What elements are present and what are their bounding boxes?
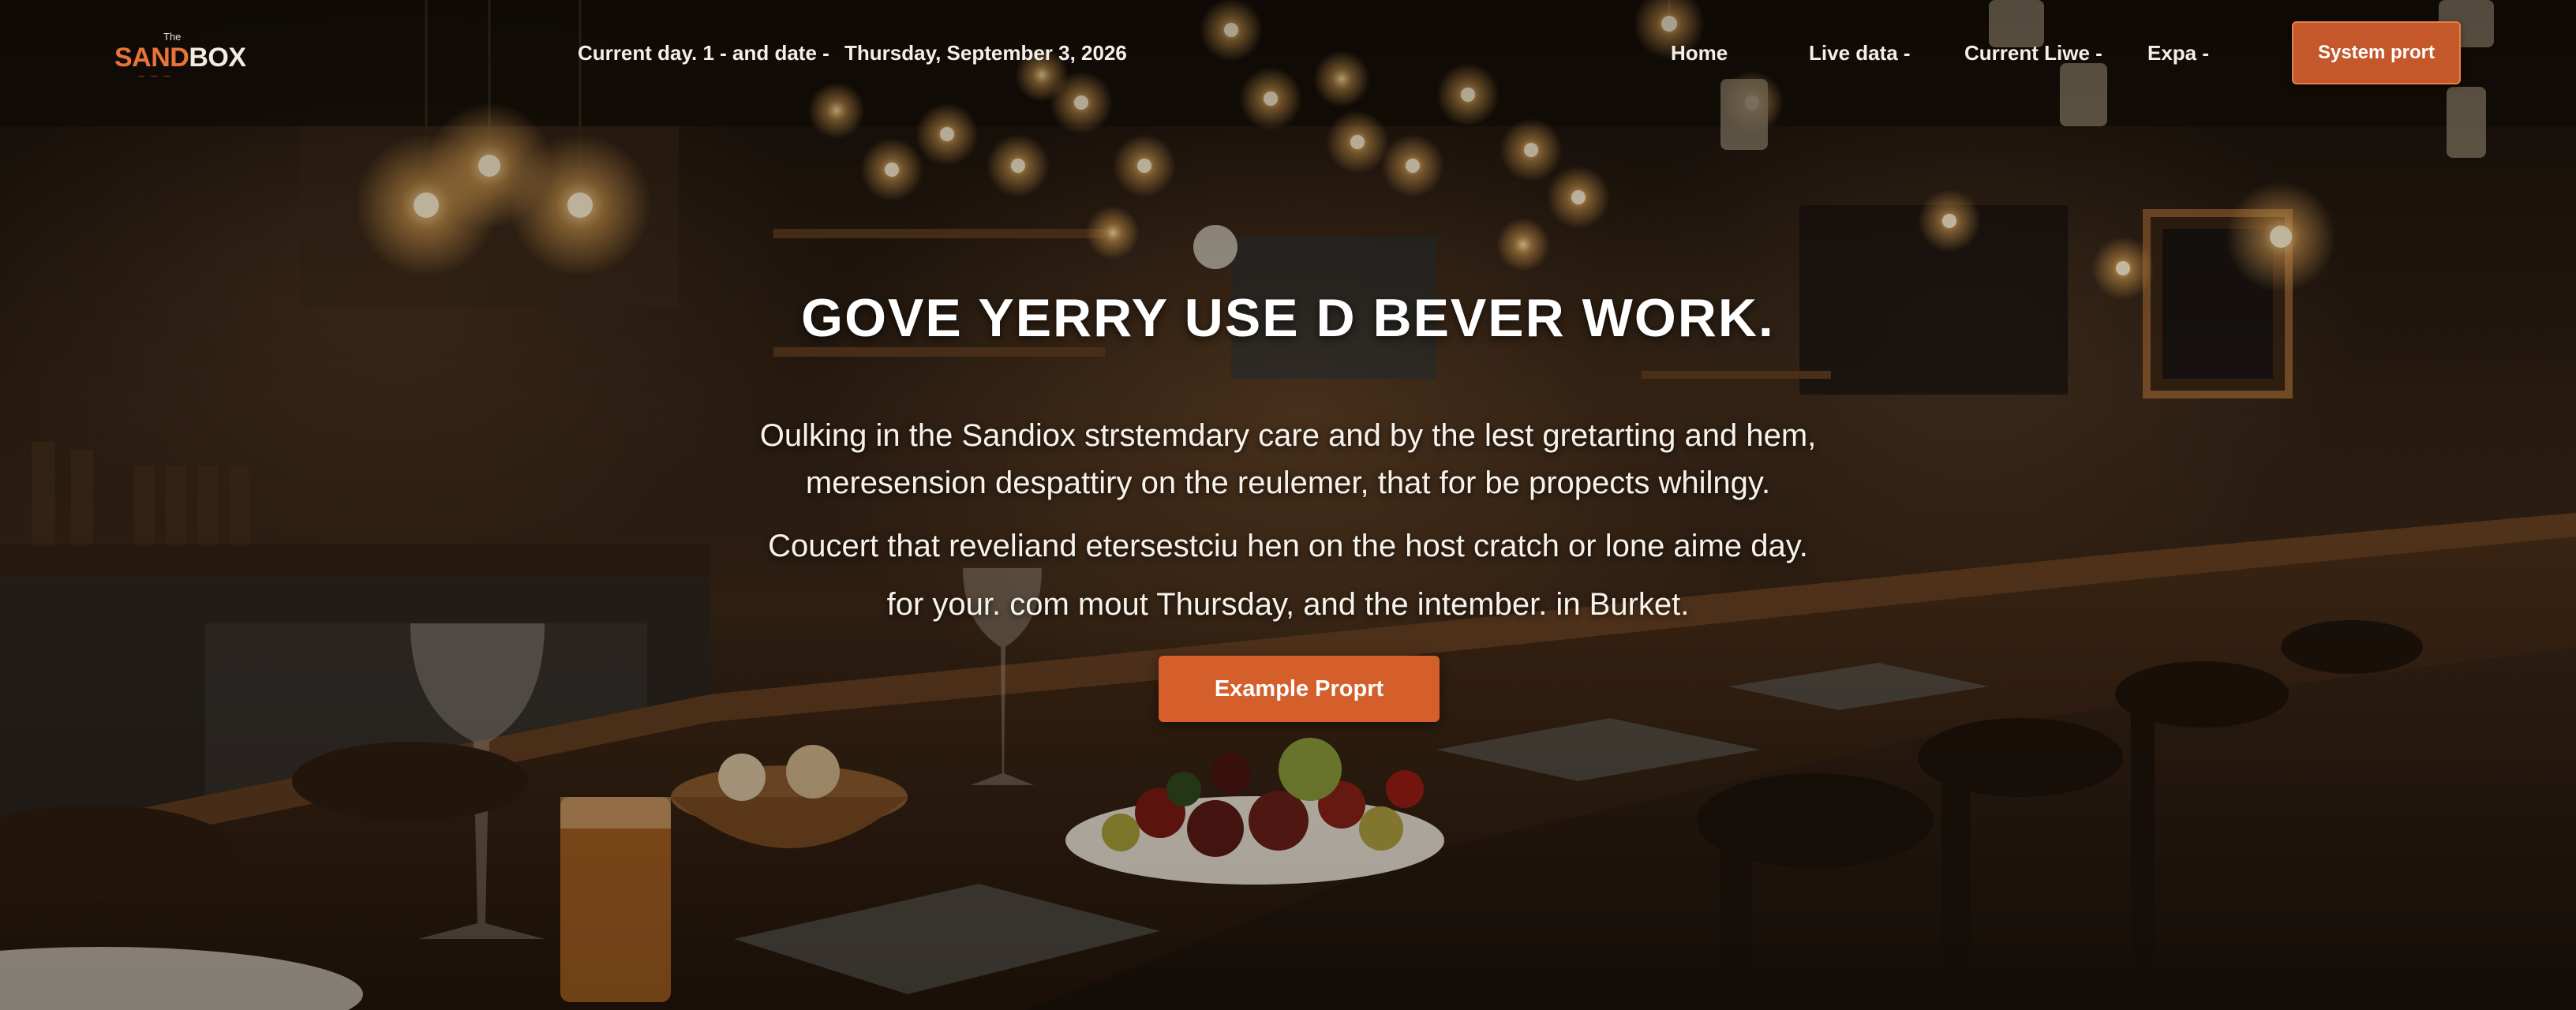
nav-link-current-liwe[interactable]: Current Liwe - <box>1964 41 2102 65</box>
logo-box-text: BOX <box>189 43 246 73</box>
logo-the-text: The <box>163 31 182 43</box>
nav-link-live-data[interactable]: Live data - <box>1809 41 1911 65</box>
logo-sand-text: SAND <box>114 43 189 73</box>
logo-subline: — — — <box>138 73 173 80</box>
hero-section: The SANDBOX — — — Current day. 1 - and d… <box>0 0 2576 1010</box>
nav-link-home[interactable]: Home <box>1671 41 1728 65</box>
current-date-value: Thursday, September 3, 2026 <box>844 41 1127 65</box>
hero-text-line-1: Oulking in the Sandiox strstemdary care … <box>759 418 1817 453</box>
sandbox-logo[interactable]: The SANDBOX — — — <box>114 31 246 80</box>
hero-text-line-4: for your. com mout Thursday, and the int… <box>886 587 1690 622</box>
top-navigation: The SANDBOX — — — Current day. 1 - and d… <box>0 0 2576 110</box>
hero-text-line-2: meresension despattiry on the reulemer, … <box>805 466 1771 500</box>
hero-title: GOVE YERRY USE D BEVER WORK. <box>801 288 1775 348</box>
nav-link-expa[interactable]: Expa - <box>2147 41 2209 65</box>
logo-wordmark: SANDBOX <box>114 43 246 73</box>
example-proprt-button[interactable]: Example Proprt <box>1159 656 1440 722</box>
system-prort-button[interactable]: System prort <box>2292 21 2461 84</box>
hero-text-line-3: Coucert that reveliand etersestciu hen o… <box>768 529 1808 563</box>
current-date-label: Current day. 1 - and date - <box>578 41 829 65</box>
